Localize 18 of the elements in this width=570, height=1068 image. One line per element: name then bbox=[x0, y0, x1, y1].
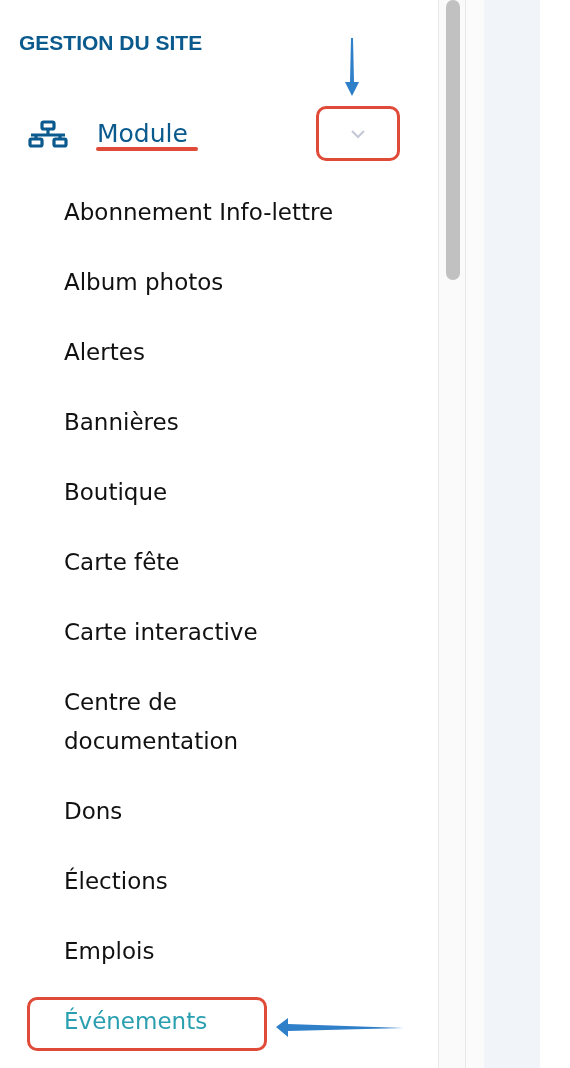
menu-item[interactable]: Emplois bbox=[64, 916, 155, 986]
section-heading: GESTION DU SITE bbox=[19, 30, 204, 56]
menu-item[interactable]: Abonnement Info-lettre bbox=[64, 177, 334, 247]
scroll-thumb[interactable] bbox=[446, 0, 460, 280]
menu-item[interactable]: Carte interactive bbox=[64, 597, 258, 667]
module-link[interactable]: Module bbox=[97, 117, 188, 151]
menu-item[interactable]: Carte fête bbox=[64, 527, 180, 597]
chevron-icon bbox=[350, 129, 366, 139]
annotation-arrow bbox=[344, 38, 360, 96]
scrollbar[interactable] bbox=[438, 0, 466, 1068]
menu-item[interactable]: Élections bbox=[64, 846, 168, 916]
menu-item[interactable]: Centre de documentation bbox=[64, 667, 349, 776]
menu-item[interactable]: Dons bbox=[64, 776, 123, 846]
menu-item[interactable]: Bannières bbox=[64, 387, 179, 457]
menu-item[interactable]: Alertes bbox=[64, 317, 145, 387]
menu-item[interactable]: Album photos bbox=[64, 247, 224, 317]
menu-item[interactable]: Boutique bbox=[64, 457, 168, 527]
network-icon bbox=[28, 120, 68, 148]
